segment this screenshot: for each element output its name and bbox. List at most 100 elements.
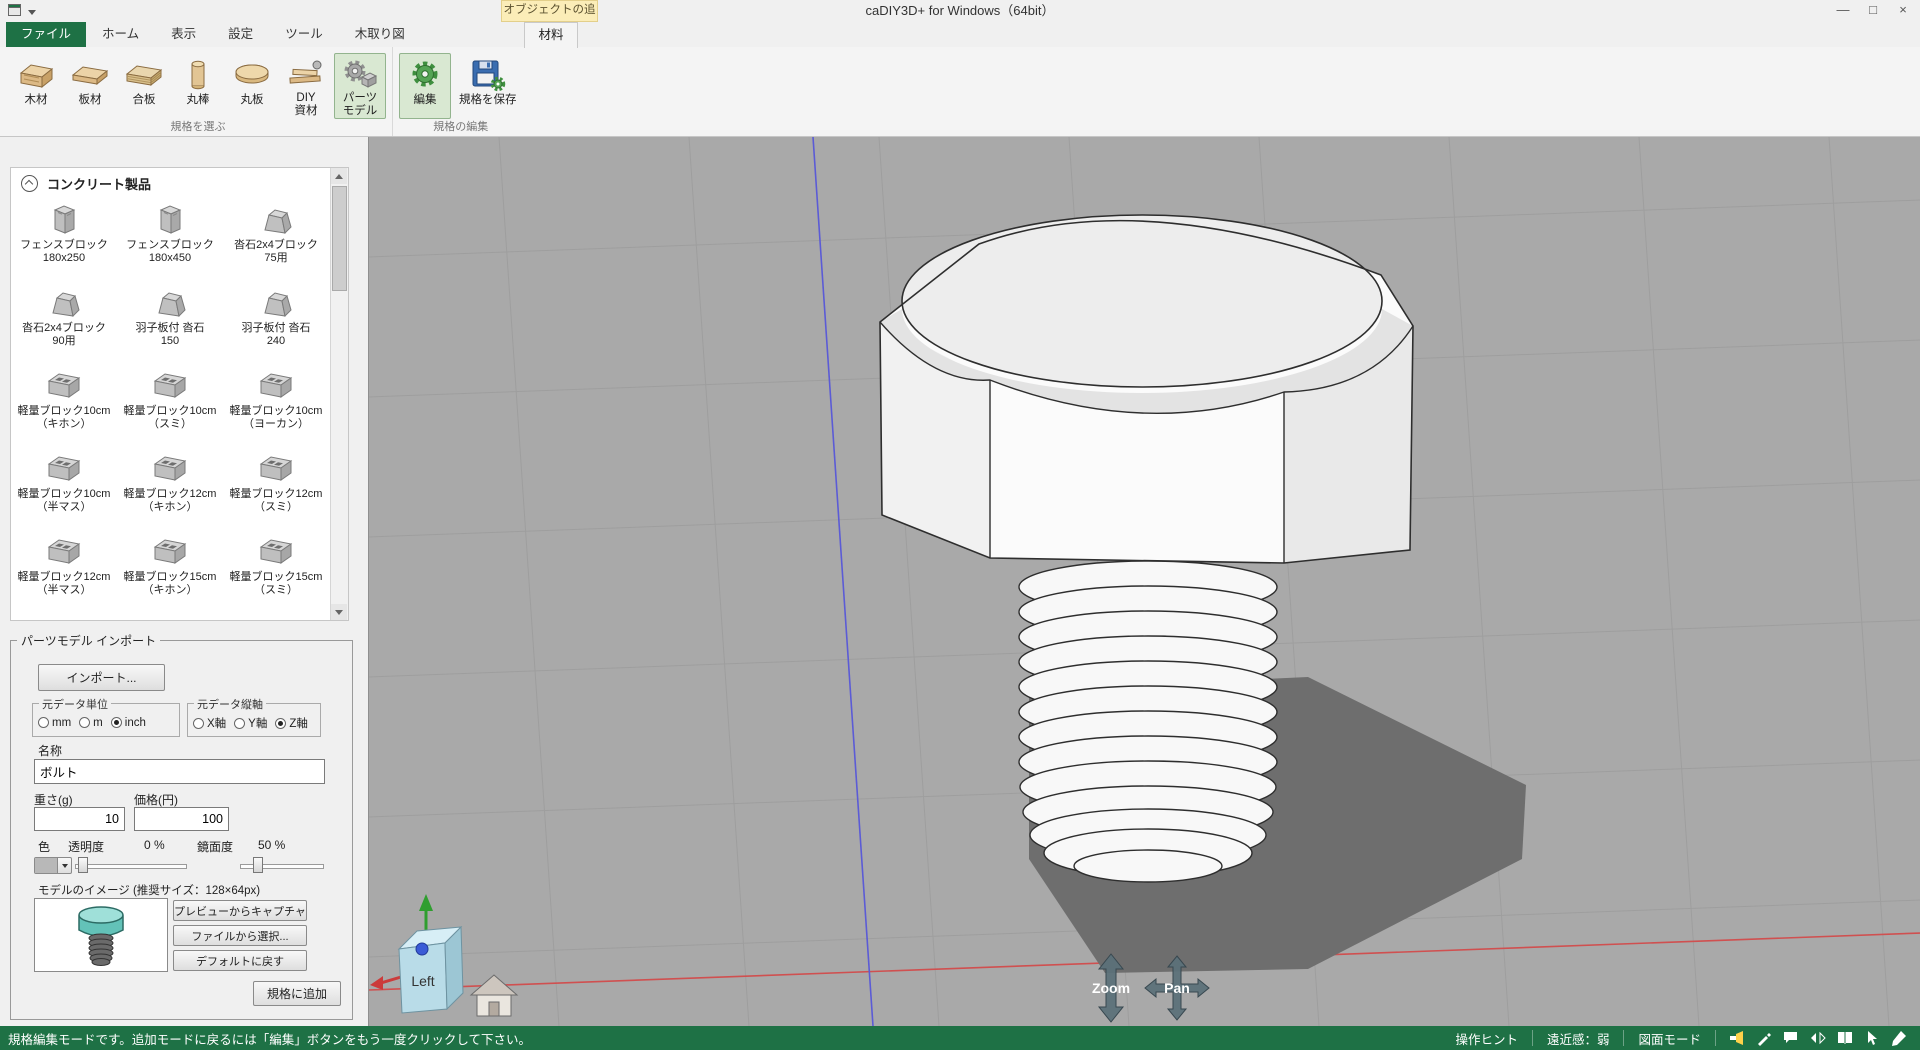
ribbon-button-label: 板材 — [79, 94, 102, 107]
radio-mm[interactable]: mm — [38, 717, 71, 729]
gloss-label: 鏡面度 — [197, 838, 233, 855]
view-cube[interactable]: Left — [399, 927, 463, 1013]
hint-button[interactable]: 操作ヒント — [1441, 1029, 1532, 1048]
transparency-slider[interactable] — [75, 857, 187, 874]
item-label-line2: 75用 — [264, 252, 287, 264]
foundation-stone-icon — [223, 203, 329, 239]
app-icon[interactable] — [8, 3, 21, 21]
ribbon-button-round-bar[interactable]: 丸棒 — [172, 53, 224, 119]
ribbon-button-save-standard[interactable]: 規格を保存 — [453, 53, 523, 119]
slider-handle[interactable] — [78, 857, 88, 873]
flip-icon[interactable] — [1809, 1029, 1827, 1047]
ribbon-button-plywood[interactable]: 合板 — [118, 53, 170, 119]
pen-icon[interactable] — [1755, 1029, 1773, 1047]
source-unit-groupbox: 元データ単位 mmminch — [32, 703, 180, 737]
slider-handle[interactable] — [253, 857, 263, 873]
ribbon-button-board[interactable]: 板材 — [64, 53, 116, 119]
close-button[interactable]: × — [1888, 0, 1918, 22]
scroll-up-icon[interactable] — [331, 168, 347, 184]
color-picker-button[interactable] — [34, 857, 72, 874]
weight-input[interactable] — [34, 807, 125, 831]
ribbon-button-diy-materials[interactable]: DIY資材 — [280, 53, 332, 119]
tab-2[interactable]: 設定 — [212, 22, 269, 47]
sidebar-item[interactable]: 軽量ブロック15cm（スミ） — [223, 530, 329, 613]
color-label: 色 — [38, 838, 50, 855]
lightweight-block-icon — [223, 452, 329, 488]
collapse-chevron-icon[interactable] — [21, 175, 38, 192]
radio-X軸[interactable]: X軸 — [193, 715, 226, 731]
tab-file[interactable]: ファイル — [6, 22, 86, 47]
scrollbar-thumb[interactable] — [332, 186, 347, 291]
radio-Z軸[interactable]: Z軸 — [275, 715, 308, 731]
sidebar-item[interactable]: 軽量ブロック10cm（ヨーカン） — [223, 364, 329, 447]
fence-block-icon — [11, 203, 117, 239]
quick-access-dropdown-icon[interactable] — [28, 10, 36, 15]
sidebar-item[interactable]: 軽量ブロック15cm（キホン） — [117, 530, 223, 613]
tab-3[interactable]: ツール — [269, 22, 339, 47]
lightweight-block-icon — [11, 369, 117, 405]
reset-default-button[interactable]: デフォルトに戻す — [173, 950, 307, 971]
viewport-3d[interactable]: Left Zoom Pan — [368, 137, 1920, 1026]
sidebar-item[interactable]: 軽量ブロック10cm（スミ） — [117, 364, 223, 447]
sidebar-item[interactable]: 軽量ブロック10cm（キホン） — [11, 364, 117, 447]
gloss-slider[interactable] — [240, 857, 324, 874]
ribbon-button-label: パーツモデル — [343, 92, 378, 117]
foundation-stone-icon — [11, 286, 117, 322]
sidebar-scrollbar[interactable] — [330, 168, 348, 620]
scroll-down-icon[interactable] — [331, 604, 347, 620]
tab-4[interactable]: 木取り図 — [339, 22, 421, 47]
sidebar-item[interactable]: フェンスブロック180x250 — [11, 198, 117, 281]
round-bar-icon — [178, 57, 218, 93]
tab-0[interactable]: ホーム — [86, 22, 155, 47]
perspective-toggle[interactable]: 遠近感：弱 — [1533, 1029, 1624, 1048]
name-input[interactable] — [34, 759, 325, 784]
ribbon-button-edit-gear[interactable]: 編集 — [399, 53, 451, 119]
home-view-button[interactable] — [471, 975, 517, 1016]
sidebar-item[interactable]: フェンスブロック180x450 — [117, 198, 223, 281]
ribbon-button-lumber[interactable]: 木材 — [10, 53, 62, 119]
sidebar-item[interactable]: 軽量ブロック12cm（スミ） — [223, 447, 329, 530]
sidebar-item[interactable]: 沓石2x4ブロック90用 — [11, 281, 117, 364]
drawing-mode-toggle[interactable]: 図面モード — [1624, 1029, 1715, 1048]
weight-label: 重さ(g) — [34, 791, 73, 808]
tab-material-active[interactable]: 材料 — [524, 22, 578, 48]
lumber-icon — [16, 57, 56, 93]
minimize-button[interactable]: — — [1828, 0, 1858, 22]
add-to-standard-button[interactable]: 規格に追加 — [253, 981, 341, 1006]
diy-materials-icon — [286, 57, 326, 91]
price-input[interactable] — [134, 807, 229, 831]
sidebar-item[interactable]: 軽量ブロック12cm（半マス） — [11, 530, 117, 613]
maximize-button[interactable]: □ — [1858, 0, 1888, 22]
sidebar-item[interactable]: 軽量ブロック10cm（半マス） — [11, 447, 117, 530]
cursor-icon[interactable] — [1863, 1029, 1881, 1047]
radio-inch[interactable]: inch — [111, 717, 146, 729]
import-panel-title: パーツモデル インポート — [17, 632, 160, 649]
board-icon — [70, 57, 110, 93]
pages-icon[interactable] — [1836, 1029, 1854, 1047]
sidebar-item[interactable]: 羽子板付 沓石240 — [223, 281, 329, 364]
bolt-head — [880, 215, 1413, 563]
category-header[interactable]: コンクリート製品 — [11, 168, 348, 198]
ribbon-button-label: 編集 — [414, 94, 437, 107]
sidebar-item[interactable] — [11, 613, 117, 620]
sidebar-item[interactable]: 軽量ブロック12cm（キホン） — [117, 447, 223, 530]
sidebar-item[interactable]: 沓石2x4ブロック75用 — [223, 198, 329, 281]
flashlight-icon[interactable] — [1728, 1029, 1746, 1047]
item-label-line2: （ヨーカン） — [243, 418, 309, 430]
ribbon-group-label: 規格を選ぶ — [4, 118, 392, 134]
comment-icon[interactable] — [1782, 1029, 1800, 1047]
lightweight-block-icon — [11, 452, 117, 488]
ribbon-button-parts-model[interactable]: パーツモデル — [334, 53, 386, 119]
save-standard-icon — [468, 57, 508, 93]
sidebar-item[interactable] — [117, 613, 223, 620]
radio-Y軸[interactable]: Y軸 — [234, 715, 267, 731]
pencil-icon[interactable] — [1890, 1029, 1908, 1047]
capture-from-preview-button[interactable]: プレビューからキャプチャ — [173, 900, 307, 921]
sidebar-item[interactable] — [223, 613, 329, 620]
ribbon-button-round-board[interactable]: 丸板 — [226, 53, 278, 119]
import-button[interactable]: インポート... — [38, 664, 165, 691]
select-from-file-button[interactable]: ファイルから選択... — [173, 925, 307, 946]
radio-m[interactable]: m — [79, 717, 103, 729]
sidebar-item[interactable]: 羽子板付 沓石150 — [117, 281, 223, 364]
tab-1[interactable]: 表示 — [155, 22, 212, 47]
